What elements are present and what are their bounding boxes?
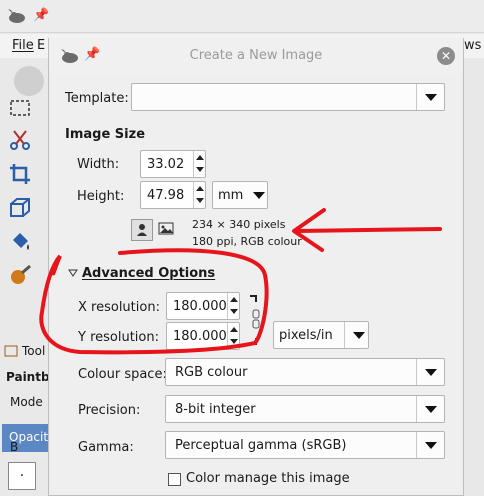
red-annotation-overlay: [39, 208, 442, 355]
red-arrow-annotation: [296, 227, 442, 233]
red-circle-annotation: [39, 248, 269, 355]
